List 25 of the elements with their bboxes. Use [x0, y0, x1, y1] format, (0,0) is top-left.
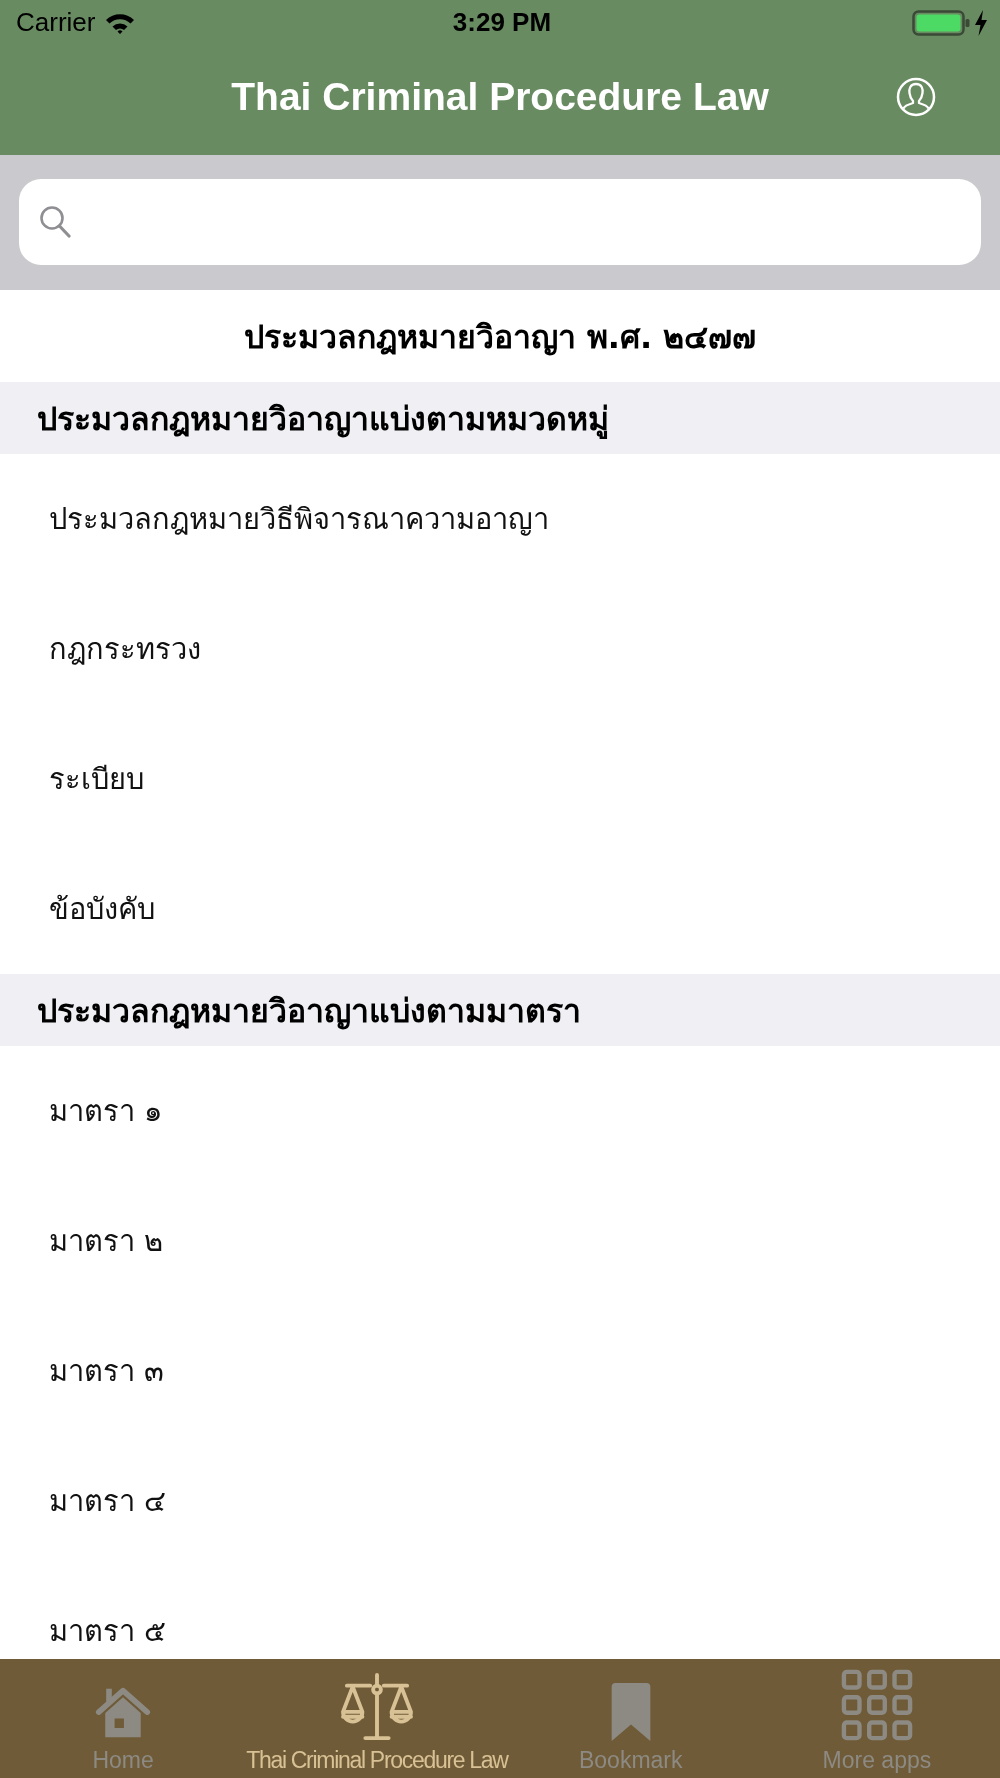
nav-title: Thai Criminal Procedure Law: [231, 75, 769, 119]
grid-icon: [840, 1669, 913, 1741]
profile-icon[interactable]: [896, 77, 936, 117]
search-field[interactable]: [19, 179, 981, 265]
clock-time: 3:29 PM: [452, 7, 552, 38]
bookmark-icon: [610, 1683, 651, 1741]
section-header: ประมวลกฎหมายวิอาญาแบ่งตามหมวดหมู่: [0, 382, 1000, 454]
list-item[interactable]: ระเบียบ: [0, 714, 1000, 844]
list-item[interactable]: มาตรา ๓: [0, 1306, 1000, 1436]
list-item[interactable]: มาตรา ๒: [0, 1176, 1000, 1306]
battery-icon: [912, 9, 970, 36]
list-item[interactable]: มาตรา ๕: [0, 1566, 1000, 1659]
list-item[interactable]: มาตรา ๔: [0, 1436, 1000, 1566]
wifi-icon: [105, 11, 136, 34]
book-title: ประมวลกฎหมายวิอาญา พ.ศ. ๒๔๗๗: [243, 316, 757, 358]
section-header: ประมวลกฎหมายวิอาญาแบ่งตามมาตรา: [0, 974, 1000, 1046]
tab-item[interactable]: Thai Criminal Procedure Law: [246, 1659, 508, 1778]
list-item[interactable]: ข้อบังคับ: [0, 844, 1000, 974]
list-item[interactable]: กฎกระทรวง: [0, 584, 1000, 714]
search-icon: [39, 205, 71, 239]
carrier-name: Carrier: [16, 7, 96, 38]
list-item[interactable]: มาตรา ๑: [0, 1046, 1000, 1176]
list-item[interactable]: ประมวลกฎหมายวิธีพิจารณาความอาญา: [0, 454, 1000, 584]
scales-icon: [339, 1673, 414, 1741]
charging-icon: [974, 9, 988, 36]
